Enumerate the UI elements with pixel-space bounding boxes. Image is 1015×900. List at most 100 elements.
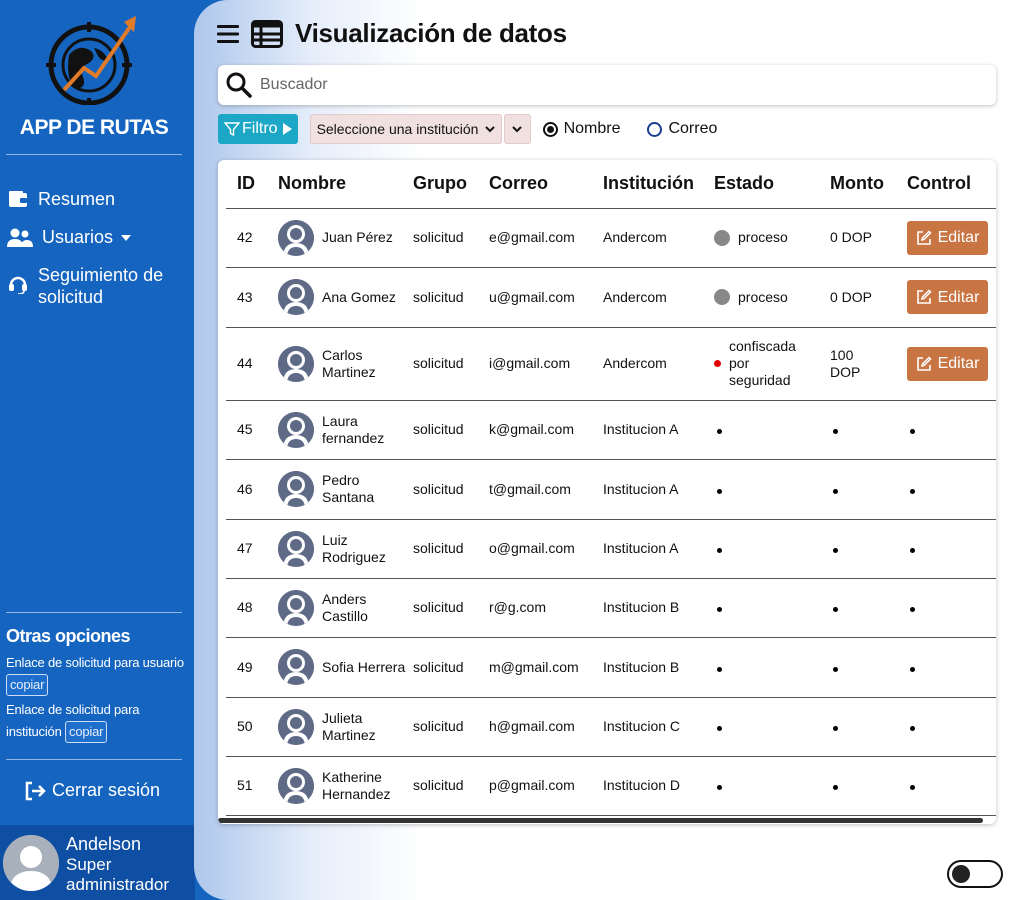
column-header-grupo[interactable]: Grupo (413, 160, 489, 209)
avatar (278, 530, 314, 567)
cell-control (907, 400, 996, 460)
edit-button[interactable]: Editar (907, 280, 988, 314)
cell-estado: proceso (714, 208, 830, 268)
logout-label: Cerrar sesión (52, 780, 161, 800)
cell-nombre: Luiz Rodriguez (278, 519, 413, 579)
institution-select[interactable]: Seleccione una institución (309, 114, 502, 144)
empty-bullet (717, 785, 722, 790)
column-header-estado[interactable]: Estado (714, 160, 830, 209)
cell-monto (830, 400, 907, 460)
copy-user-link-button[interactable]: copiar (6, 674, 49, 696)
edit-button-label: Editar (937, 229, 980, 246)
edit-button-label: Editar (937, 355, 980, 372)
table-row[interactable]: 42 Juan Pérez solicitud e@gmail.com Ande… (226, 208, 996, 268)
column-header-id[interactable]: ID (226, 160, 278, 209)
table-row[interactable]: 45 Laura fernandez solicitud k@gmail.com… (226, 400, 996, 460)
cell-estado (714, 637, 830, 698)
cell-estado (714, 578, 830, 638)
cell-institucion: Institucion A (603, 459, 714, 520)
cell-grupo: solicitud (413, 327, 489, 401)
empty-bullet (833, 607, 838, 612)
table-row[interactable]: 46 Pedro Santana solicitud t@gmail.com I… (226, 459, 996, 520)
secondary-select[interactable] (503, 114, 531, 144)
cell-grupo: solicitud (413, 208, 489, 268)
cell-estado (714, 400, 830, 460)
radio-correo[interactable]: Correo (647, 120, 717, 138)
cell-grupo: solicitud (413, 697, 489, 757)
cell-correo: h@gmail.com (489, 697, 603, 757)
empty-bullet (833, 548, 838, 553)
chevron-down-icon (121, 235, 132, 241)
copy-institution-link-button[interactable]: copiar (65, 721, 108, 743)
cell-monto: 100 DOP (830, 327, 907, 401)
table-icon (251, 19, 283, 48)
hamburger-menu-icon[interactable] (217, 24, 239, 44)
funnel-icon (224, 122, 240, 137)
table-row[interactable]: 48 Anders Castillo solicitud r@g.com Ins… (226, 578, 996, 638)
cell-estado (714, 697, 830, 757)
logout-button[interactable]: Cerrar sesión (24, 780, 160, 801)
avatar (278, 411, 314, 448)
cell-id: 48 (226, 578, 278, 638)
dark-mode-toggle[interactable] (947, 860, 1003, 888)
status-indicator-icon (714, 229, 730, 246)
sidebar-divider (6, 612, 182, 613)
sidebar-item-usuarios[interactable]: Usuarios (6, 226, 132, 248)
column-header-control[interactable]: Control (907, 160, 996, 209)
user-full-name: Juan Pérez (322, 229, 393, 245)
sidebar-item-label: Resumen (38, 189, 116, 209)
horizontal-scrollbar[interactable] (218, 818, 983, 823)
cell-grupo: solicitud (413, 637, 489, 698)
cell-institucion: Institucion D (603, 756, 714, 816)
cell-nombre: Juan Pérez (278, 208, 413, 268)
column-header-monto[interactable]: Monto (830, 160, 907, 209)
sidebar-divider (6, 154, 182, 155)
user-full-name: Ana Gomez (322, 288, 396, 305)
empty-bullet (833, 429, 838, 434)
user-full-name: Luiz Rodriguez (322, 531, 386, 565)
user-profile: Andelson Super administrador (0, 825, 195, 900)
user-full-name: Anders Castillo (322, 590, 368, 624)
avatar (278, 279, 314, 315)
cell-institucion: Institucion B (603, 578, 714, 638)
filter-button[interactable]: Filtro (218, 114, 298, 144)
cell-nombre: Ana Gomez (278, 267, 413, 328)
cell-nombre: Katherine Hernandez (278, 756, 413, 816)
edit-button[interactable]: Editar (907, 346, 988, 381)
table-row[interactable]: 49 Sofia Herrera solicitud m@gmail.com I… (226, 637, 996, 698)
sidebar-item-seguimiento[interactable]: Seguimiento de solicitud (6, 264, 178, 308)
radio-nombre[interactable]: Nombre (542, 120, 620, 138)
empty-bullet (717, 726, 722, 731)
column-header-nombre[interactable]: Nombre (278, 160, 413, 209)
play-arrow-icon (282, 123, 292, 135)
avatar (278, 589, 314, 626)
table-row[interactable]: 51 Katherine Hernandez solicitud p@gmail… (226, 756, 996, 816)
edit-button[interactable]: Editar (907, 220, 988, 255)
column-header-correo[interactable]: Correo (489, 160, 603, 209)
cell-id: 51 (226, 756, 278, 816)
table-row[interactable]: 47 Luiz Rodriguez solicitud o@gmail.com … (226, 519, 996, 579)
users-icon (6, 226, 34, 248)
cell-monto: 0 DOP (830, 267, 907, 328)
cell-grupo: solicitud (413, 519, 489, 579)
cell-id: 42 (226, 208, 278, 268)
search-bar (218, 65, 996, 105)
table-row[interactable]: 43 Ana Gomez solicitud u@gmail.com Ander… (226, 267, 996, 328)
sidebar-item-label: Seguimiento de solicitud (38, 265, 164, 307)
table-row[interactable]: 50 Julieta Martinez solicitud h@gmail.co… (226, 697, 996, 757)
sidebar-item-resumen[interactable]: Resumen (6, 188, 115, 210)
cell-control (907, 637, 996, 698)
page-title: Visualización de datos (295, 18, 567, 48)
empty-bullet (833, 726, 838, 731)
cell-id: 47 (226, 519, 278, 579)
user-link-text: Enlace de solicitud para usuario (6, 655, 184, 670)
column-header-institucion[interactable]: Institución (603, 160, 714, 209)
status-text: confiscada por seguridad (729, 338, 796, 388)
table-row[interactable]: 44 Carlos Martinez solicitud i@gmail.com… (226, 327, 996, 401)
cell-correo: e@gmail.com (489, 208, 603, 268)
search-input[interactable] (260, 76, 960, 94)
chevron-down-icon (512, 125, 522, 132)
cell-monto (830, 697, 907, 757)
cell-monto (830, 459, 907, 520)
avatar (278, 471, 314, 507)
